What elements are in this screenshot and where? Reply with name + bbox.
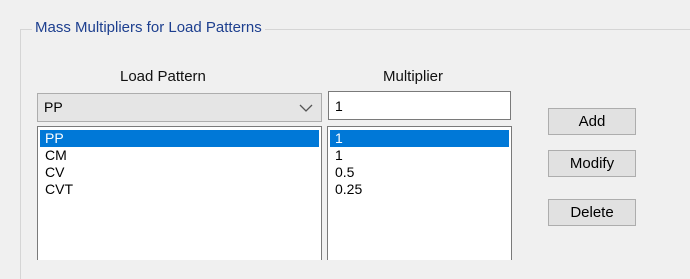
modify-button[interactable]: Modify bbox=[548, 150, 636, 177]
load-pattern-list[interactable]: PP CM CV CVT bbox=[37, 126, 322, 260]
list-item[interactable]: 0.25 bbox=[330, 181, 509, 198]
multiplier-input[interactable] bbox=[328, 91, 511, 120]
multiplier-list[interactable]: 1 1 0.5 0.25 bbox=[327, 126, 512, 260]
list-item[interactable]: CV bbox=[40, 164, 319, 181]
add-button[interactable]: Add bbox=[548, 108, 636, 135]
list-item[interactable]: CVT bbox=[40, 181, 319, 198]
list-item[interactable]: 0.5 bbox=[330, 164, 509, 181]
list-item[interactable]: 1 bbox=[330, 147, 509, 164]
load-pattern-header: Load Pattern bbox=[120, 68, 206, 85]
list-item[interactable]: 1 bbox=[330, 130, 509, 147]
load-pattern-combo[interactable]: PP bbox=[37, 93, 322, 122]
chevron-down-icon[interactable] bbox=[299, 103, 313, 113]
delete-button[interactable]: Delete bbox=[548, 199, 636, 226]
group-title: Mass Multipliers for Load Patterns bbox=[32, 19, 265, 36]
list-item[interactable]: PP bbox=[40, 130, 319, 147]
load-pattern-combo-value: PP bbox=[44, 99, 63, 115]
list-item[interactable]: CM bbox=[40, 147, 319, 164]
multiplier-header: Multiplier bbox=[383, 68, 444, 85]
